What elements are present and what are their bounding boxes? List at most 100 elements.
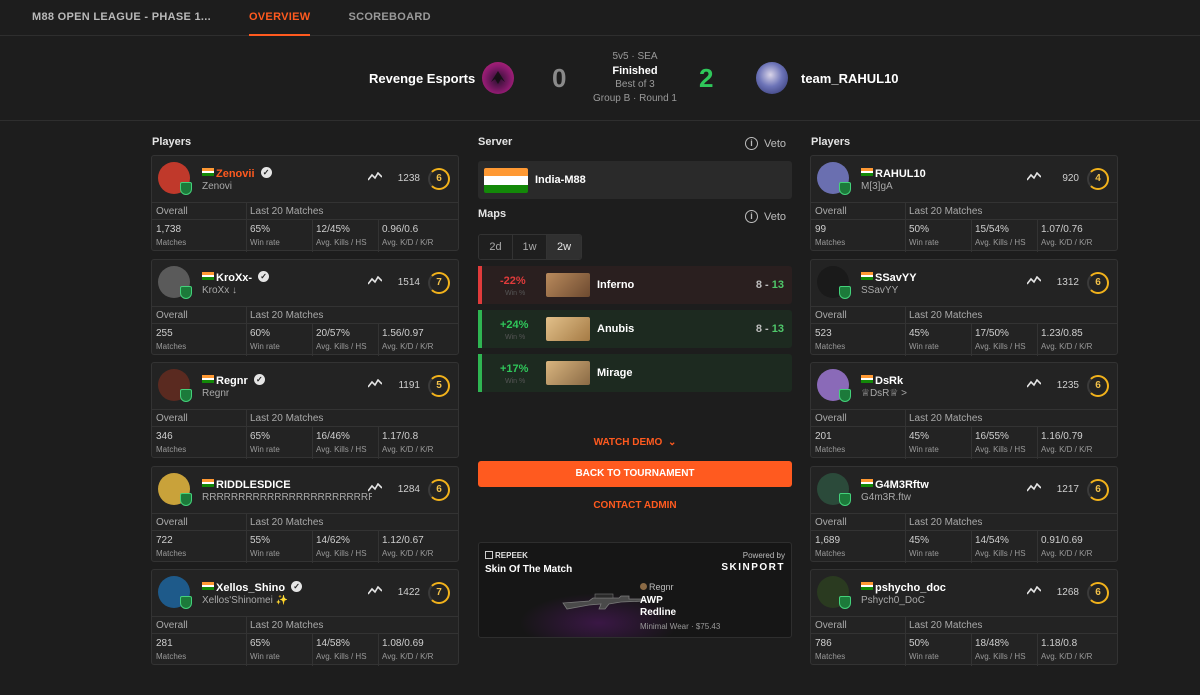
- player-elo: 1217: [1056, 484, 1079, 495]
- player-nickname[interactable]: G4M3Rftw: [875, 477, 935, 491]
- player-nickname[interactable]: SSavYY: [875, 270, 922, 284]
- watch-demo-button[interactable]: WATCH DEMO ⌄: [478, 437, 792, 448]
- veto-label: Veto: [763, 210, 786, 223]
- stat-win-rate: 65%: [250, 224, 271, 235]
- stat-kd-kr: 1.18/0.8: [1041, 638, 1078, 649]
- skin-of-the-match-card[interactable]: REPEEK Skin Of The Match Powered by SKIN…: [478, 542, 792, 638]
- player-nickname[interactable]: Regnr ✓: [216, 373, 268, 387]
- player-nickname[interactable]: pshycho_doc: [875, 580, 952, 594]
- overall-label: Overall: [156, 620, 188, 631]
- stat-matches-label: Matches: [156, 445, 187, 454]
- range-2d[interactable]: 2d: [479, 235, 513, 259]
- player-card[interactable]: RIDDLESDICE RRRRRRRRRRRRRRRRRRRRRRRRR...…: [151, 466, 459, 563]
- player-name: KroXx ↓: [202, 285, 238, 296]
- stats-divider: [378, 531, 379, 563]
- verified-icon: ✓: [258, 271, 270, 282]
- map-score: 8 - 13: [755, 279, 784, 291]
- player-name: M[3]gA: [861, 181, 893, 192]
- stat-matches: 255: [156, 328, 173, 339]
- player-card[interactable]: G4M3Rftw G4m3R.ftw 1217 6 Overall Last 2…: [810, 466, 1118, 563]
- stat-kd-kr: 1.12/0.67: [382, 535, 424, 546]
- stats-header: Overall Last 20 Matches: [152, 513, 458, 531]
- repeek-logo-icon: [485, 551, 493, 559]
- overall-label: Overall: [156, 310, 188, 321]
- player-elo: 1312: [1056, 277, 1079, 288]
- player-nickname[interactable]: Zenovii ✓: [216, 166, 275, 180]
- range-2w[interactable]: 2w: [547, 235, 581, 259]
- stats-divider: [246, 409, 247, 459]
- map-row-inferno[interactable]: -22% Win % Inferno 8 - 13: [478, 266, 792, 304]
- last20-label: Last 20 Matches: [250, 413, 324, 424]
- contact-admin-button[interactable]: CONTACT ADMIN: [478, 500, 792, 511]
- map-name: Inferno: [597, 279, 635, 291]
- time-range-selector: 2d 1w 2w: [478, 234, 582, 260]
- stat-kills-hs: 14/62%: [316, 535, 350, 546]
- stats-divider: [246, 616, 247, 666]
- player-nickname-text: DsRk: [875, 375, 904, 387]
- server-name: India-M88: [535, 174, 586, 186]
- overall-label: Overall: [815, 517, 847, 528]
- map-row-anubis[interactable]: +24% Win % Anubis 8 - 13: [478, 310, 792, 348]
- map-score-left: 8: [755, 323, 762, 335]
- elo-trend-icon: [1027, 172, 1041, 181]
- stat-matches: 201: [815, 431, 832, 442]
- watch-demo-label: WATCH DEMO: [593, 437, 663, 448]
- stat-win-rate: 45%: [909, 535, 930, 546]
- skill-level-badge: 6: [1087, 582, 1109, 604]
- player-card[interactable]: pshycho_doc Pshych0_DoC 1268 6 Overall L…: [810, 569, 1118, 666]
- skinport-logo[interactable]: SKINPORT: [721, 562, 785, 573]
- india-flag-icon: [861, 375, 873, 383]
- player-card[interactable]: KroXx- ✓ KroXx ↓ 1514 7 Overall Last 20 …: [151, 259, 459, 356]
- stat-kills-hs: 12/45%: [316, 224, 350, 235]
- stats-divider: [905, 409, 906, 459]
- maps-veto-button[interactable]: i Veto: [744, 210, 786, 223]
- player-elo: 920: [1062, 173, 1079, 184]
- map-row-mirage[interactable]: +17% Win % Mirage: [478, 354, 792, 392]
- stats-header: Overall Last 20 Matches: [811, 409, 1117, 427]
- tournament-title[interactable]: M88 OPEN LEAGUE - PHASE 1...: [32, 0, 211, 36]
- overall-label: Overall: [156, 413, 188, 424]
- anticheat-shield-icon: [839, 182, 851, 195]
- stat-kd-kr: 0.96/0.6: [382, 224, 419, 235]
- overall-label: Overall: [815, 206, 847, 217]
- player-card[interactable]: DsRk ♕DsR♕ > 1235 6 Overall Last 20 Matc…: [810, 362, 1118, 459]
- promo-player: Regnr: [640, 582, 674, 592]
- range-1w[interactable]: 1w: [513, 235, 547, 259]
- team-right-logo[interactable]: [756, 62, 788, 94]
- stat-kd-kr-label: Avg. K/D / K/R: [1041, 238, 1093, 247]
- player-elo: 1238: [397, 173, 420, 184]
- player-card[interactable]: SSavYY SSavYY 1312 6 Overall Last 20 Mat…: [810, 259, 1118, 356]
- player-nickname[interactable]: DsRk: [875, 373, 909, 387]
- maps-title: Maps: [478, 208, 507, 220]
- player-card[interactable]: Xellos_Shino ✓ Xellos'Shinomei ✨ 1422 7 …: [151, 569, 459, 666]
- player-nickname[interactable]: RAHUL10: [875, 166, 932, 180]
- stats-divider: [246, 513, 247, 563]
- team-right-name[interactable]: team_RAHUL10: [801, 71, 899, 86]
- chevron-down-icon: ⌄: [668, 437, 677, 448]
- promo-powered: Powered by: [742, 551, 785, 560]
- player-nickname[interactable]: Xellos_Shino ✓: [216, 580, 305, 594]
- skill-level-badge: 6: [1087, 479, 1109, 501]
- back-to-tournament-button[interactable]: BACK TO TOURNAMENT: [478, 461, 792, 487]
- veto-button[interactable]: i Veto: [744, 137, 786, 150]
- stat-kills-hs: 20/57%: [316, 328, 350, 339]
- anticheat-shield-icon: [180, 389, 192, 402]
- player-nickname[interactable]: RIDDLESDICE: [216, 477, 297, 491]
- team-left-logo[interactable]: [482, 62, 514, 94]
- stat-win-rate-label: Win rate: [250, 652, 280, 661]
- map-win-pct: +17%: [500, 363, 529, 375]
- player-card[interactable]: Regnr ✓ Regnr 1191 5 Overall Last 20 Mat…: [151, 362, 459, 459]
- player-elo: 1422: [397, 587, 420, 598]
- overall-label: Overall: [156, 206, 188, 217]
- players-left-title: Players: [152, 136, 192, 148]
- team-left-name[interactable]: Revenge Esports: [369, 71, 475, 86]
- match-header: Revenge Esports 0 5v5 · SEA Finished Bes…: [0, 37, 1200, 121]
- player-card[interactable]: RAHUL10 M[3]gA 920 4 Overall Last 20 Mat…: [810, 155, 1118, 252]
- player-nickname[interactable]: KroXx- ✓: [216, 270, 272, 284]
- tab-scoreboard[interactable]: SCOREBOARD: [348, 0, 430, 36]
- stat-win-rate: 45%: [909, 431, 930, 442]
- stats-divider: [378, 324, 379, 356]
- map-result-bar: [478, 354, 482, 392]
- player-card[interactable]: Zenovii ✓ Zenovi 1238 6 Overall Last 20 …: [151, 155, 459, 252]
- tab-overview[interactable]: OVERVIEW: [248, 0, 311, 36]
